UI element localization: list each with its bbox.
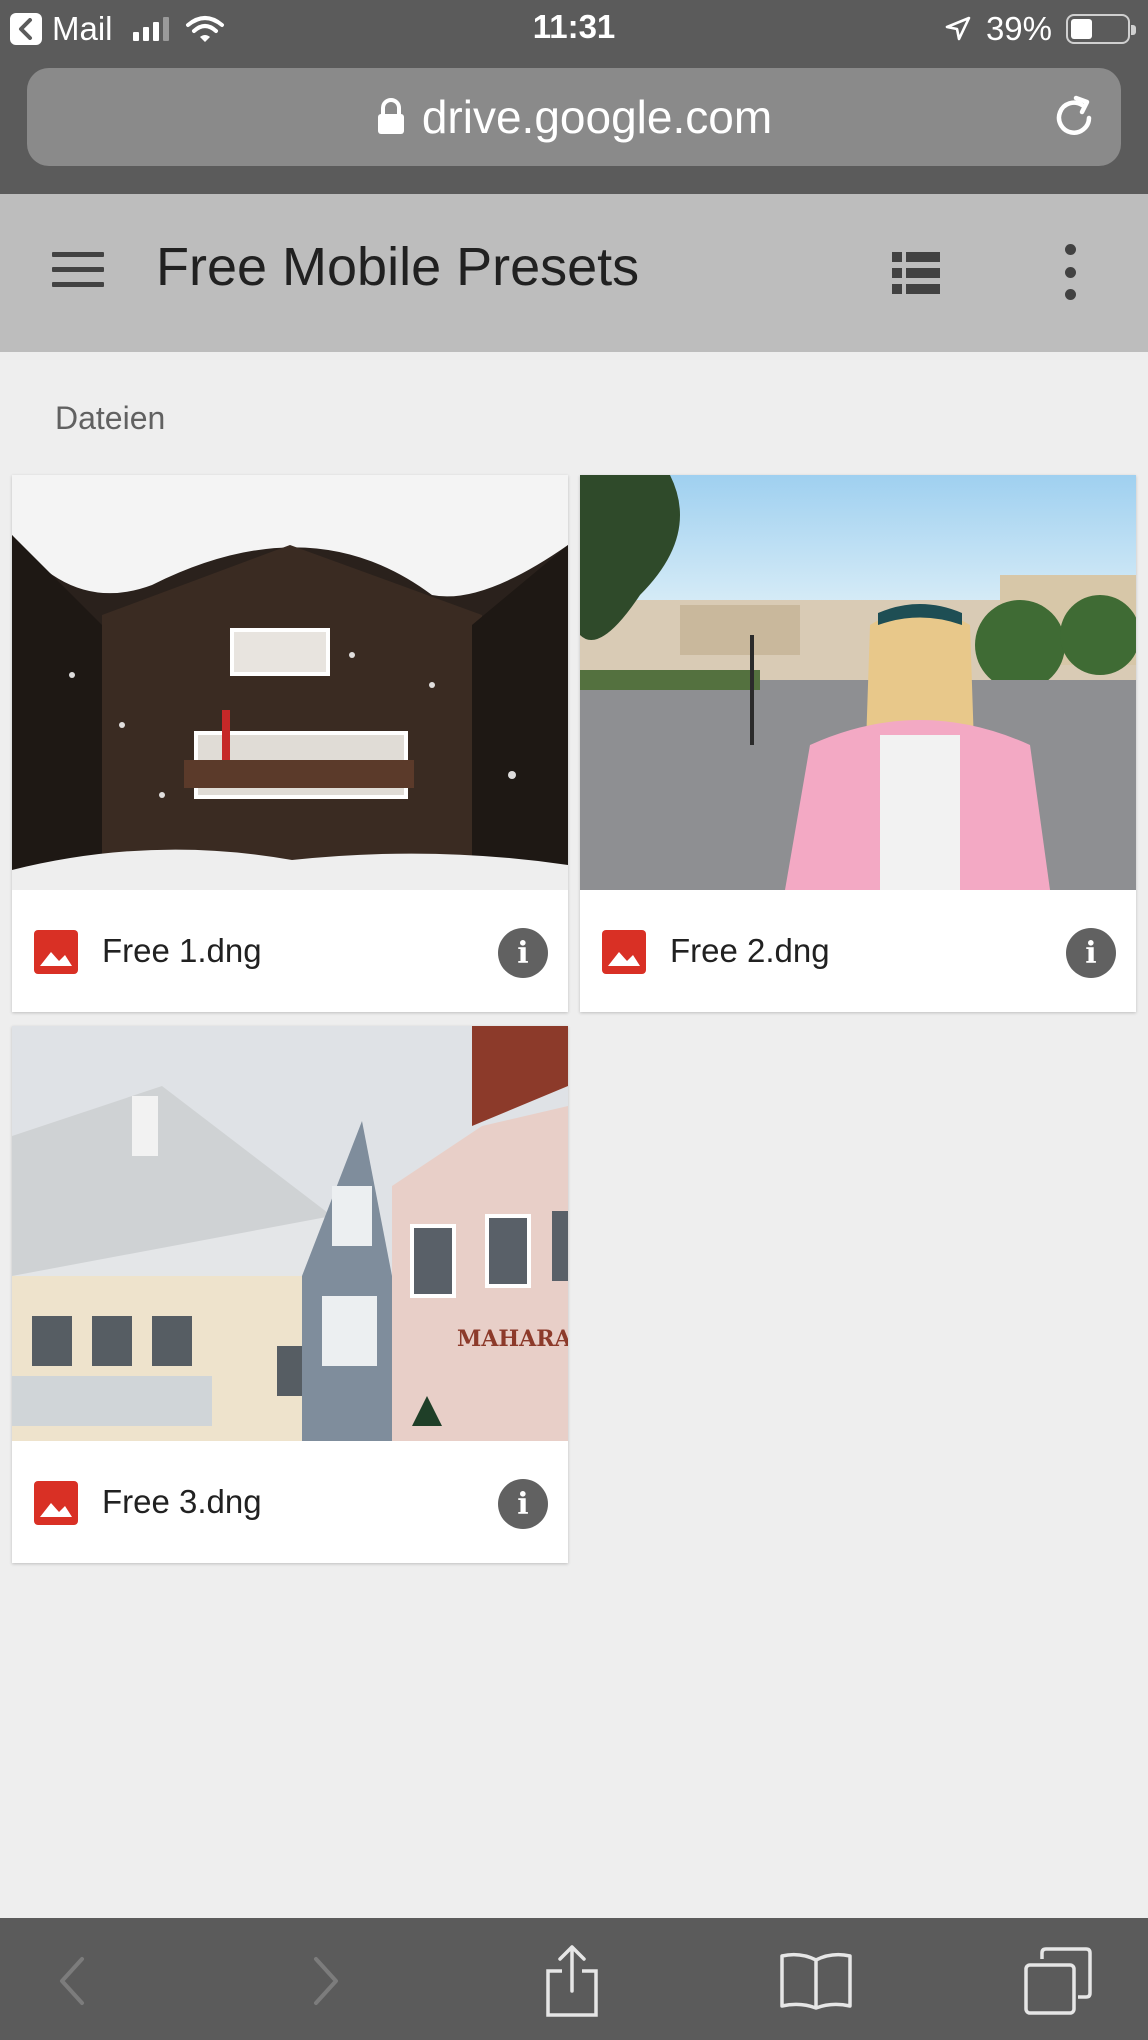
file-card[interactable]: Free 2.dng i	[580, 475, 1136, 1012]
file-thumbnail[interactable]	[580, 475, 1136, 890]
browser-toolbar	[0, 1918, 1148, 2040]
battery-percent: 39%	[985, 10, 1052, 47]
app-header: Free Mobile Presets	[0, 194, 1148, 352]
tabs-icon[interactable]	[1018, 1946, 1098, 2016]
file-name[interactable]: Free 2.dng	[670, 932, 830, 970]
file-name[interactable]: Free 1.dng	[102, 932, 262, 970]
section-label: Dateien	[55, 400, 166, 436]
share-icon[interactable]	[532, 1945, 612, 2017]
battery-icon	[1066, 14, 1136, 44]
file-thumbnail[interactable]	[12, 475, 568, 890]
address-bar[interactable]: drive.google.com	[27, 68, 1121, 166]
back-icon[interactable]	[32, 1946, 112, 2016]
file-card-footer[interactable]: Free 3.dng i	[12, 1441, 568, 1563]
image-file-icon	[34, 1481, 78, 1525]
battery-level	[1071, 19, 1093, 39]
file-card-footer[interactable]: Free 2.dng i	[580, 890, 1136, 1012]
file-card-footer[interactable]: Free 1.dng i	[12, 890, 568, 1012]
lock-icon	[377, 98, 404, 134]
file-name[interactable]: Free 3.dng	[102, 1483, 262, 1521]
location-arrow-icon	[945, 16, 971, 41]
file-card[interactable]: Free 1.dng i	[12, 475, 568, 1012]
reload-icon[interactable]	[1049, 92, 1099, 142]
status-bar: Mail 11:31 39%	[0, 0, 1148, 58]
hamburger-menu-icon[interactable]	[52, 252, 104, 292]
image-file-icon	[602, 930, 646, 974]
list-view-icon[interactable]	[892, 252, 940, 294]
url-display[interactable]: drive.google.com	[27, 68, 1121, 166]
bookmarks-icon[interactable]	[776, 1946, 856, 2016]
file-thumbnail[interactable]: MAHARAJA	[12, 1026, 568, 1441]
info-icon[interactable]: i	[498, 928, 548, 978]
browser-chrome: drive.google.com	[0, 58, 1148, 194]
page-title: Free Mobile Presets	[156, 237, 640, 297]
info-icon[interactable]: i	[498, 1479, 548, 1529]
more-vert-icon[interactable]	[1060, 244, 1080, 300]
svg-text:MAHARAJA: MAHARAJA	[457, 1326, 568, 1352]
info-icon[interactable]: i	[1066, 928, 1116, 978]
image-file-icon	[34, 930, 78, 974]
status-right: 39%	[944, 8, 1136, 50]
forward-icon[interactable]	[286, 1946, 366, 2016]
url-text[interactable]: drive.google.com	[422, 90, 772, 144]
file-card[interactable]: MAHARAJA Free 3.dng i	[12, 1026, 568, 1563]
